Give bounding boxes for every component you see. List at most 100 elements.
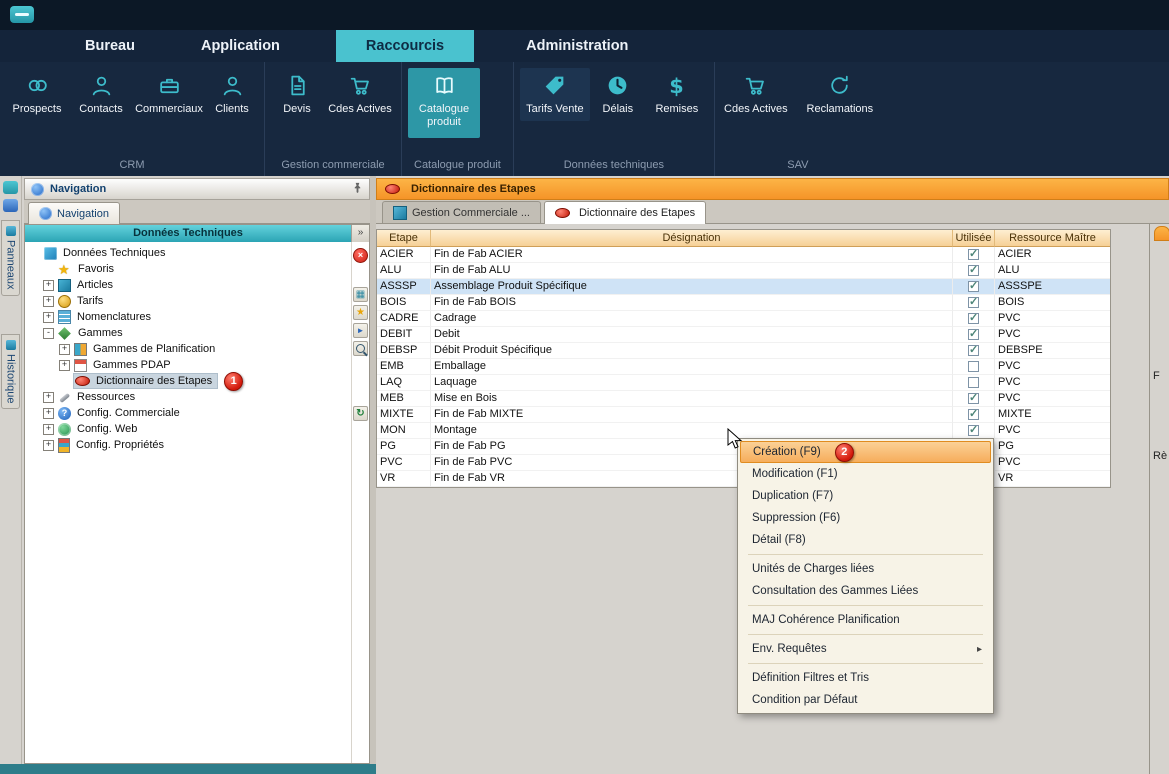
- tree-item-articles[interactable]: + Articles: [25, 277, 351, 293]
- utilisee-checkbox[interactable]: [968, 425, 979, 436]
- utilisee-checkbox[interactable]: [968, 361, 979, 372]
- expander-icon[interactable]: +: [43, 424, 54, 435]
- utilisee-checkbox[interactable]: [968, 393, 979, 404]
- table-row[interactable]: BOIS Fin de Fab BOIS BOIS: [377, 295, 1110, 311]
- table-row-selected[interactable]: ASSSP Assemblage Produit Spécifique ASSS…: [377, 279, 1110, 295]
- collapse-chevron-button[interactable]: »: [351, 225, 369, 242]
- tree-item-nomenclatures[interactable]: + Nomenclatures: [25, 309, 351, 325]
- column-header-ressource-maitre[interactable]: Ressource Maître: [995, 230, 1110, 247]
- expander-icon[interactable]: +: [43, 312, 54, 323]
- ribbon-tab-administration[interactable]: Administration: [496, 30, 658, 62]
- favorite-star-icon[interactable]: ★: [353, 305, 368, 320]
- reclamations-button[interactable]: Reclamations: [805, 68, 875, 121]
- table-row[interactable]: MIXTE Fin de Fab MIXTE MIXTE: [377, 407, 1110, 423]
- menu-item-definition-filtres-tris[interactable]: Définition Filtres et Tris: [740, 667, 991, 689]
- prospects-button[interactable]: Prospects: [6, 68, 68, 121]
- tree-item-config-web[interactable]: + Config. Web: [25, 421, 351, 437]
- rail-app-icon[interactable]: [3, 181, 18, 194]
- ribbon-tab-application[interactable]: Application: [171, 30, 310, 62]
- tree-item-favoris[interactable]: Favoris: [25, 261, 351, 277]
- tree-item-donnees-techniques[interactable]: Données Techniques: [25, 245, 351, 261]
- table-row[interactable]: MON Montage PVC: [377, 423, 1110, 439]
- tree-item-config-proprietes[interactable]: + Config. Propriétés: [25, 437, 351, 453]
- app-logo-icon[interactable]: [10, 6, 34, 23]
- tarifs-vente-button[interactable]: Tarifs Vente: [520, 68, 590, 121]
- rail-tab-panneaux[interactable]: Panneaux: [1, 220, 20, 296]
- panels-icon[interactable]: ▦: [353, 287, 368, 302]
- menu-item-duplication[interactable]: Duplication (F7): [740, 485, 991, 507]
- cell-utilisee: [953, 375, 995, 391]
- menu-item-consultation-gammes-liees[interactable]: Consultation des Gammes Liées: [740, 580, 991, 602]
- expander-icon[interactable]: +: [59, 344, 70, 355]
- expander-icon[interactable]: +: [43, 296, 54, 307]
- table-row[interactable]: DEBSP Débit Produit Spécifique DEBSPE: [377, 343, 1110, 359]
- search-icon[interactable]: [353, 341, 368, 356]
- tree-item-dictionnaire-etapes[interactable]: Dictionnaire des Etapes 1: [25, 373, 351, 389]
- sav-cdes-actives-button[interactable]: Cdes Actives: [721, 68, 791, 121]
- menu-item-modification[interactable]: Modification (F1): [740, 463, 991, 485]
- clients-button[interactable]: Clients: [206, 68, 258, 121]
- tab-gestion-commerciale[interactable]: Gestion Commerciale ...: [382, 201, 541, 223]
- utilisee-checkbox[interactable]: [968, 281, 979, 292]
- expander-icon[interactable]: +: [43, 392, 54, 403]
- utilisee-checkbox[interactable]: [968, 329, 979, 340]
- remises-button[interactable]: $ Remises: [646, 68, 708, 121]
- rail-window-icon[interactable]: [3, 199, 18, 212]
- tree-item-ressources[interactable]: + Ressources: [25, 389, 351, 405]
- delais-button[interactable]: Délais: [592, 68, 644, 121]
- table-row[interactable]: MEB Mise en Bois PVC: [377, 391, 1110, 407]
- expander-icon[interactable]: +: [59, 360, 70, 371]
- menu-item-maj-coherence-planification[interactable]: MAJ Cohérence Planification: [740, 609, 991, 631]
- table-row[interactable]: ALU Fin de Fab ALU ALU: [377, 263, 1110, 279]
- contacts-button[interactable]: Contacts: [70, 68, 132, 121]
- expander-icon[interactable]: -: [43, 328, 54, 339]
- table-row[interactable]: DEBIT Debit PVC: [377, 327, 1110, 343]
- tree-item-gammes-planification[interactable]: + Gammes de Planification: [25, 341, 351, 357]
- table-row[interactable]: ACIER Fin de Fab ACIER ACIER: [377, 247, 1110, 263]
- selected-tree-item[interactable]: Dictionnaire des Etapes: [74, 374, 217, 388]
- menu-item-suppression[interactable]: Suppression (F6): [740, 507, 991, 529]
- utilisee-checkbox[interactable]: [968, 377, 979, 388]
- menu-item-creation[interactable]: Création (F9) 2: [740, 441, 991, 463]
- commerciaux-button[interactable]: Commerciaux: [134, 68, 204, 121]
- cdes-actives-button[interactable]: Cdes Actives: [325, 68, 395, 121]
- star-icon: [58, 263, 72, 276]
- go-arrow-icon[interactable]: ►: [353, 323, 368, 338]
- utilisee-checkbox[interactable]: [968, 345, 979, 356]
- close-icon[interactable]: ×: [353, 248, 368, 263]
- table-row[interactable]: CADRE Cadrage PVC: [377, 311, 1110, 327]
- ribbon-tab-raccourcis[interactable]: Raccourcis: [336, 30, 474, 62]
- menu-item-detail[interactable]: Détail (F8): [740, 529, 991, 551]
- column-header-utilisee[interactable]: Utilisée: [953, 230, 995, 247]
- cell-etape: ACIER: [377, 247, 431, 263]
- table-row[interactable]: LAQ Laquage PVC: [377, 375, 1110, 391]
- rail-tab-historique[interactable]: Historique: [1, 334, 20, 410]
- utilisee-checkbox[interactable]: [968, 409, 979, 420]
- tree-item-tarifs[interactable]: + Tarifs: [25, 293, 351, 309]
- tree-item-config-commerciale[interactable]: + Config. Commerciale: [25, 405, 351, 421]
- refresh-icon[interactable]: ↻: [353, 406, 368, 421]
- panel-bottom-grip[interactable]: [0, 764, 376, 774]
- column-header-designation[interactable]: Désignation: [431, 230, 953, 247]
- cell-designation: Cadrage: [431, 311, 953, 327]
- utilisee-checkbox[interactable]: [968, 297, 979, 308]
- menu-item-condition-par-defaut[interactable]: Condition par Défaut: [740, 689, 991, 711]
- tab-dictionnaire-etapes[interactable]: Dictionnaire des Etapes: [544, 201, 706, 224]
- ribbon-tab-bureau[interactable]: Bureau: [55, 30, 165, 62]
- expander-icon[interactable]: +: [43, 280, 54, 291]
- utilisee-checkbox[interactable]: [968, 249, 979, 260]
- tree-item-gammes[interactable]: - Gammes: [25, 325, 351, 341]
- tree-item-gammes-pdap[interactable]: + Gammes PDAP: [25, 357, 351, 373]
- devis-button[interactable]: Devis: [271, 68, 323, 121]
- pin-icon[interactable]: [352, 182, 363, 196]
- navigation-tab[interactable]: Navigation: [28, 202, 120, 224]
- expander-icon[interactable]: +: [43, 408, 54, 419]
- catalogue-produit-button[interactable]: Catalogue produit: [408, 68, 480, 138]
- table-row[interactable]: EMB Emballage PVC: [377, 359, 1110, 375]
- menu-item-env-requetes[interactable]: Env. Requêtes: [740, 638, 991, 660]
- expander-icon[interactable]: +: [43, 440, 54, 451]
- menu-item-unites-charges-liees[interactable]: Unités de Charges liées: [740, 558, 991, 580]
- utilisee-checkbox[interactable]: [968, 313, 979, 324]
- utilisee-checkbox[interactable]: [968, 265, 979, 276]
- column-header-etape[interactable]: Etape: [377, 230, 431, 247]
